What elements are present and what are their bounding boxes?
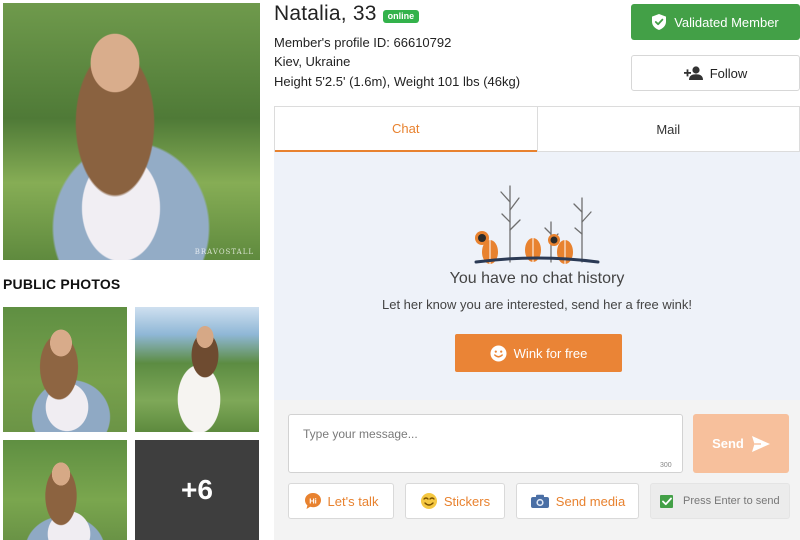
smile-icon: [490, 345, 507, 362]
public-photo-thumbnail[interactable]: [3, 440, 127, 540]
more-photos-tile[interactable]: +6: [135, 440, 259, 540]
tab-chat[interactable]: Chat: [275, 107, 537, 152]
lets-talk-label: Let's talk: [327, 493, 379, 509]
wink-label: Wink for free: [513, 345, 588, 361]
empty-chat-subtitle: Let her know you are interested, send he…: [381, 297, 692, 312]
stickers-label: Stickers: [443, 493, 491, 509]
press-enter-checkbox[interactable]: [660, 494, 673, 508]
follow-button[interactable]: Follow: [631, 55, 800, 91]
empty-chat-illustration: [470, 182, 605, 267]
tab-mail[interactable]: Mail: [536, 107, 799, 152]
public-photo-thumbnail[interactable]: [135, 307, 259, 432]
add-person-icon: [683, 66, 704, 80]
main-profile-photo[interactable]: BRAVOSTALL: [3, 3, 260, 260]
camera-icon: [530, 494, 550, 509]
validated-member-label: Validated Member: [674, 14, 779, 30]
send-label: Send: [712, 436, 744, 451]
photo-watermark: BRAVOSTALL: [194, 248, 254, 256]
stickers-button[interactable]: Stickers: [405, 483, 505, 519]
lets-talk-button[interactable]: Hi Let's talk: [288, 483, 394, 519]
shield-check-icon: [652, 14, 667, 30]
validated-member-button[interactable]: Validated Member: [631, 4, 800, 40]
send-button[interactable]: Send: [693, 414, 789, 473]
profile-measurements: Height 5'2.5' (1.6m), Weight 101 lbs (46…: [274, 74, 521, 89]
follow-label: Follow: [709, 65, 748, 81]
send-media-label: Send media: [555, 493, 626, 509]
sticker-emoji-icon: [420, 492, 438, 510]
press-enter-label: Press Enter to send: [683, 495, 780, 507]
svg-text:Hi: Hi: [309, 496, 317, 505]
press-enter-toggle[interactable]: Press Enter to send: [650, 483, 790, 519]
empty-chat-title: You have no chat history: [449, 270, 625, 287]
member-profile-id: Member's profile ID: 66610792: [274, 35, 452, 50]
message-input[interactable]: [288, 414, 683, 473]
profile-name-row: Natalia, 33 online: [274, 2, 420, 26]
message-tabs: Chat Mail: [274, 106, 800, 152]
wink-for-free-button[interactable]: Wink for free: [455, 334, 622, 372]
online-status-badge: online: [382, 9, 420, 23]
profile-name: Natalia, 33: [274, 2, 377, 25]
send-media-button[interactable]: Send media: [516, 483, 639, 519]
paper-plane-icon: [751, 435, 770, 452]
more-photos-count: +6: [181, 474, 213, 505]
profile-location: Kiev, Ukraine: [274, 54, 351, 69]
character-limit: 300: [660, 462, 672, 469]
public-photos-title: PUBLIC PHOTOS: [3, 276, 121, 292]
hi-bubble-icon: Hi: [304, 492, 322, 510]
public-photo-thumbnail[interactable]: [3, 307, 127, 432]
